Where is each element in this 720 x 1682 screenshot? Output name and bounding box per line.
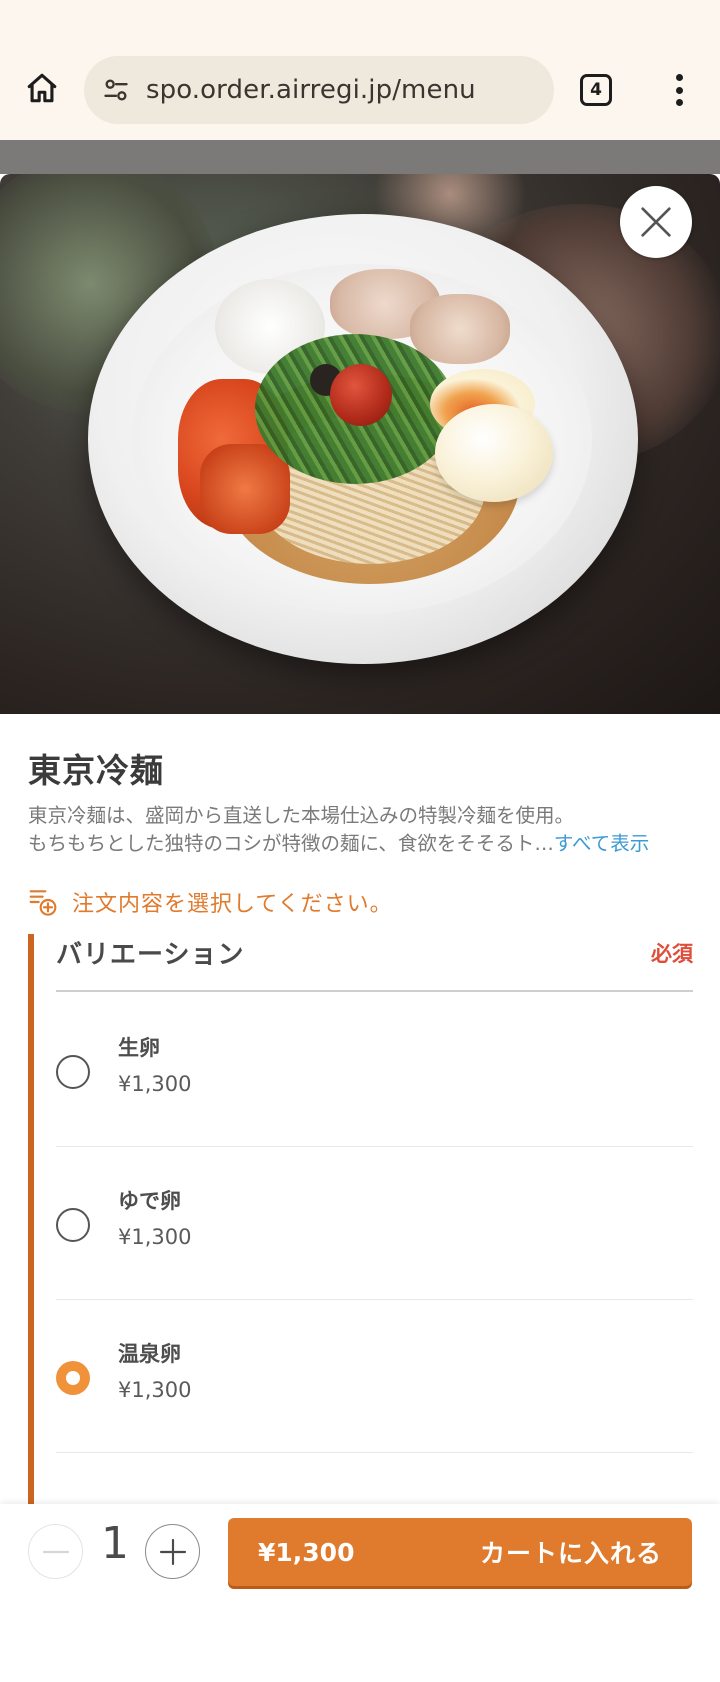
variation-header: バリエーション 必須 bbox=[56, 934, 693, 992]
variation-title: バリエーション bbox=[56, 940, 245, 970]
option-name: ゆで卵 bbox=[118, 1189, 181, 1213]
minus-icon bbox=[42, 1550, 69, 1553]
quantity-value: 1 bbox=[101, 1518, 129, 1569]
navigation-bar-area bbox=[0, 1598, 720, 1682]
item-title: 東京冷麺 bbox=[28, 751, 164, 790]
quantity-decrement-button[interactable] bbox=[28, 1524, 83, 1579]
required-badge: 必須 bbox=[651, 942, 693, 966]
close-button[interactable] bbox=[620, 186, 692, 258]
variation-option-boiled-egg[interactable]: ゆで卵 ¥1,300 bbox=[56, 1147, 693, 1300]
cart-price: ¥1,300 bbox=[258, 1537, 355, 1567]
home-icon bbox=[27, 73, 57, 103]
item-photo bbox=[0, 174, 720, 714]
url-text[interactable]: spo.order.airregi.jp/menu bbox=[146, 75, 476, 105]
more-vert-icon[interactable] bbox=[664, 70, 694, 110]
option-price: ¥1,300 bbox=[118, 1378, 192, 1402]
add-to-cart-button[interactable]: ¥1,300 カートに入れる bbox=[228, 1518, 692, 1586]
list-add-icon bbox=[29, 890, 57, 916]
home-button[interactable] bbox=[22, 68, 62, 108]
address-bar[interactable]: spo.order.airregi.jp/menu bbox=[84, 56, 554, 124]
radio-button[interactable] bbox=[56, 1055, 90, 1089]
add-to-cart-label: カートに入れる bbox=[479, 1539, 662, 1568]
plus-icon bbox=[159, 1538, 186, 1565]
variation-section: バリエーション 必須 生卵 ¥1,300 ゆで卵 ¥1,300 温泉卵 ¥1,3… bbox=[28, 934, 693, 1506]
tab-switcher-button[interactable]: 4 bbox=[580, 74, 612, 106]
description-line-2: もちもちとした独特のコシが特徴の麺に、食欲をそそるト… bbox=[28, 832, 554, 855]
page: spo.order.airregi.jp/menu 4 東京冷麺 東京冷麺は、盛… bbox=[0, 0, 720, 1682]
description-line-1: 東京冷麺は、盛岡から直送した本場仕込みの特製冷麺を使用。 bbox=[28, 804, 575, 827]
overlay-backdrop[interactable] bbox=[0, 140, 720, 174]
radio-button-selected[interactable] bbox=[56, 1361, 90, 1395]
order-action-bar: 1 ¥1,300 カートに入れる bbox=[0, 1504, 720, 1598]
variation-option-onsen-egg[interactable]: 温泉卵 ¥1,300 bbox=[56, 1300, 693, 1453]
close-icon bbox=[641, 207, 671, 237]
selection-notice: 注文内容を選択してください。 bbox=[28, 886, 393, 918]
browser-toolbar: spo.order.airregi.jp/menu 4 bbox=[0, 40, 720, 140]
quantity-increment-button[interactable] bbox=[145, 1524, 200, 1579]
radio-button[interactable] bbox=[56, 1208, 90, 1242]
site-settings-icon[interactable] bbox=[100, 74, 132, 106]
item-description: 東京冷麺は、盛岡から直送した本場仕込みの特製冷麺を使用。 もちもちとした独特のコ… bbox=[28, 802, 688, 858]
required-indicator-bar bbox=[28, 934, 34, 1506]
show-all-link[interactable]: すべて表示 bbox=[554, 832, 649, 855]
option-price: ¥1,300 bbox=[118, 1072, 192, 1096]
option-name: 温泉卵 bbox=[118, 1342, 181, 1366]
tab-count: 4 bbox=[590, 80, 602, 100]
option-name: 生卵 bbox=[118, 1036, 160, 1060]
notice-text: 注文内容を選択してください。 bbox=[72, 892, 393, 917]
status-bar-area bbox=[0, 0, 720, 40]
option-price: ¥1,300 bbox=[118, 1225, 192, 1249]
variation-option-raw-egg[interactable]: 生卵 ¥1,300 bbox=[56, 994, 693, 1147]
item-detail-sheet: 東京冷麺 東京冷麺は、盛岡から直送した本場仕込みの特製冷麺を使用。 もちもちとし… bbox=[0, 714, 720, 1506]
